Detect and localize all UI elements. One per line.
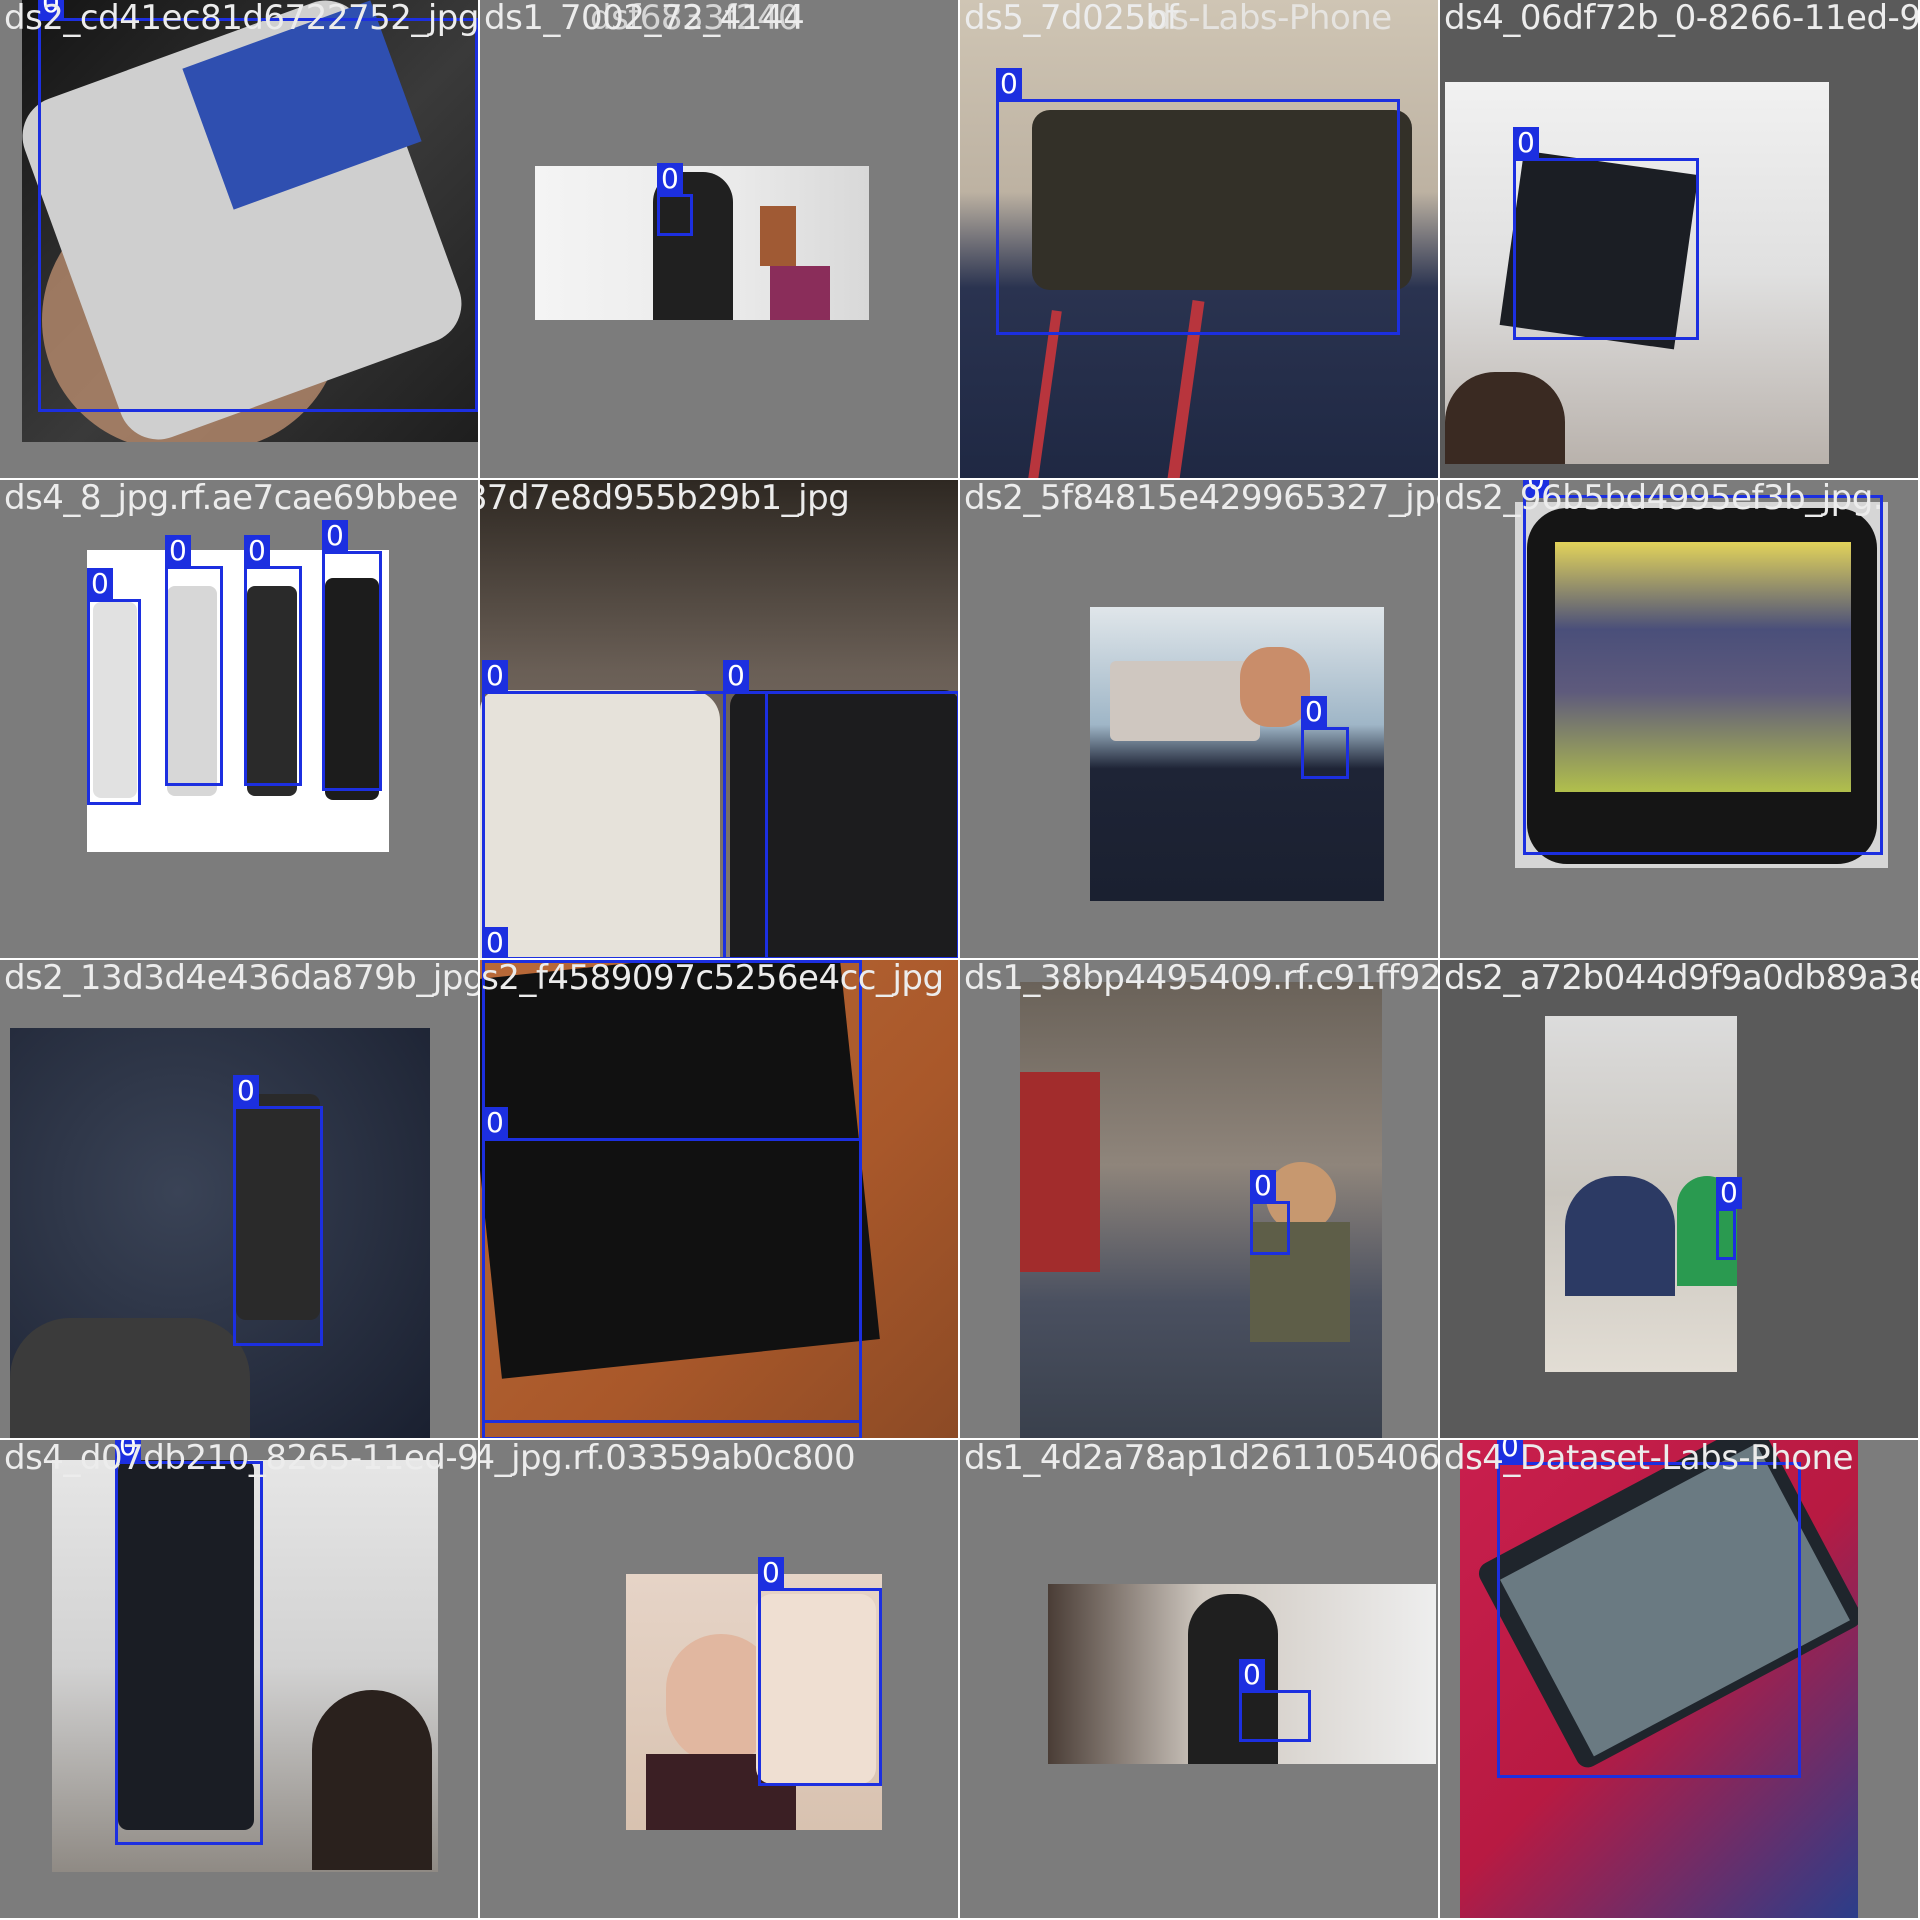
class-label: 0 — [1239, 1659, 1265, 1691]
bounding-box: 0 — [1239, 1659, 1311, 1742]
tile-15: ds1_4d2a78ap1d2611054061170 0 — [960, 1440, 1440, 1920]
class-label: 0 — [165, 535, 191, 567]
class-label: 0 — [657, 163, 683, 195]
image-filename: ds4_d07db210_8265-11ed-9 — [4, 1440, 479, 1478]
tile-3: ds5_7d025bf ds-Labs-Phone 0 — [960, 0, 1440, 480]
photo-12 — [1545, 1016, 1737, 1372]
bounding-box: 0 — [244, 535, 302, 786]
class-label: 0 — [723, 660, 749, 692]
image-filename: ds2_cd41ec81d6722752_jpg — [4, 0, 479, 38]
tile-2: ds1_7002_72_4144 dsf6833f240 0 — [480, 0, 960, 480]
image-filename: ds5_7d025bf — [964, 0, 1179, 38]
image-filename: d920787d7e8d955b29b1_jpg — [480, 480, 850, 518]
bounding-box: 0 — [758, 1557, 882, 1786]
image-filename: ds4_Dataset-Labs-Phone — [1444, 1440, 1854, 1478]
bounding-box: 0 — [87, 568, 141, 805]
tile-5: ds4_8_jpg.rf.ae7cae69bbee 0 0 0 0 — [0, 480, 480, 960]
bounding-box: 0 — [1301, 696, 1349, 779]
tile-4: ds4_06df72b_0-8266-11ed-9 0 — [1440, 0, 1920, 480]
class-label: 0 — [244, 535, 270, 567]
class-label: 0 — [1513, 127, 1539, 159]
image-filename: ds4_06df72b_0-8266-11ed-9 — [1444, 0, 1920, 38]
class-label: 0 — [87, 568, 113, 600]
class-label: 0 — [1250, 1170, 1276, 1202]
bounding-box: 0 — [1513, 127, 1699, 340]
image-filename: ds1_4d2a78ap1d2611054061170 — [964, 1440, 1440, 1478]
class-label: 0 — [1301, 696, 1327, 728]
tile-16: ds4_Dataset-Labs-Phone 0 — [1440, 1440, 1920, 1920]
image-filename: ds1_38bp4495409.rf.c91ff92f2 — [964, 960, 1440, 998]
class-label: 0 — [482, 1107, 508, 1139]
tile-7: ds2_5f84815e429965327_jpg 0 — [960, 480, 1440, 960]
tile-9: ds2_13d3d4e436da879b_jpg 0 — [0, 960, 480, 1440]
image-filename: dsf6833f240 — [590, 0, 800, 38]
tile-11: ds1_38bp4495409.rf.c91ff92f2 0 — [960, 960, 1440, 1440]
tile-8: ds2_96b5bd4995ef3b_jpg. 0 — [1440, 480, 1920, 960]
bounding-box: 0 — [1716, 1177, 1742, 1260]
bounding-box: 0 — [322, 520, 382, 791]
tile-10: ds2_f4589097c5256e4cc_jpg 0 0 — [480, 960, 960, 1440]
class-label: 0 — [482, 660, 508, 692]
tile-12: ds2_a72b044d9f9a0db89a3e5 0 — [1440, 960, 1920, 1440]
class-label: 0 — [1716, 1177, 1742, 1209]
class-label: 0 — [758, 1557, 784, 1589]
image-filename: ds2_96b5bd4995ef3b_jpg. — [1444, 480, 1884, 518]
class-label: 0 — [322, 520, 348, 552]
bounding-box: 0 — [233, 1075, 323, 1346]
class-label: 0 — [233, 1075, 259, 1107]
tile-1: ds2_cd41ec81d6722752_jpg 0 — [0, 0, 480, 480]
bounding-box: 0 — [657, 163, 693, 236]
photo-2 — [535, 166, 869, 320]
class-label: 0 — [482, 927, 508, 958]
bounding-box: 0 — [723, 660, 958, 958]
bounding-box: 0 — [165, 535, 223, 786]
bounding-box: 0 — [115, 1440, 263, 1845]
image-filename: ds4_8_jpg.rf.ae7cae69bbee — [4, 480, 458, 518]
bounding-box: 0 — [1497, 1440, 1801, 1778]
tile-13: ds4_d07db210_8265-11ed-9 0 — [0, 1440, 480, 1920]
image-filename: ds-Labs-Phone — [1150, 0, 1392, 38]
bounding-box: 0 — [996, 68, 1400, 335]
bounding-box: 0 — [1523, 480, 1883, 855]
photo-9 — [10, 1028, 430, 1438]
photo-11 — [1020, 982, 1382, 1438]
bounding-box: 0 — [1250, 1170, 1290, 1255]
class-label: 0 — [996, 68, 1022, 100]
image-filename: ds2_f4589097c5256e4cc_jpg — [480, 960, 944, 998]
mosaic-grid: ds2_cd41ec81d6722752_jpg 0 ds1_7002_72_4… — [0, 0, 1920, 1920]
bounding-box: 0 — [38, 0, 478, 412]
image-filename: ds2_5f84815e429965327_jpg — [964, 480, 1440, 518]
bounding-box: 0 — [482, 1107, 862, 1438]
tile-6: d920787d7e8d955b29b1_jpg 0 0 0 — [480, 480, 960, 960]
image-filename: ds3-024_jpg.rf.03359ab0c800 — [480, 1440, 856, 1478]
image-filename: ds2_13d3d4e436da879b_jpg — [4, 960, 480, 998]
image-filename: ds2_a72b044d9f9a0db89a3e5 — [1444, 960, 1920, 998]
tile-14: ds3-024_jpg.rf.03359ab0c800 0 — [480, 1440, 960, 1920]
